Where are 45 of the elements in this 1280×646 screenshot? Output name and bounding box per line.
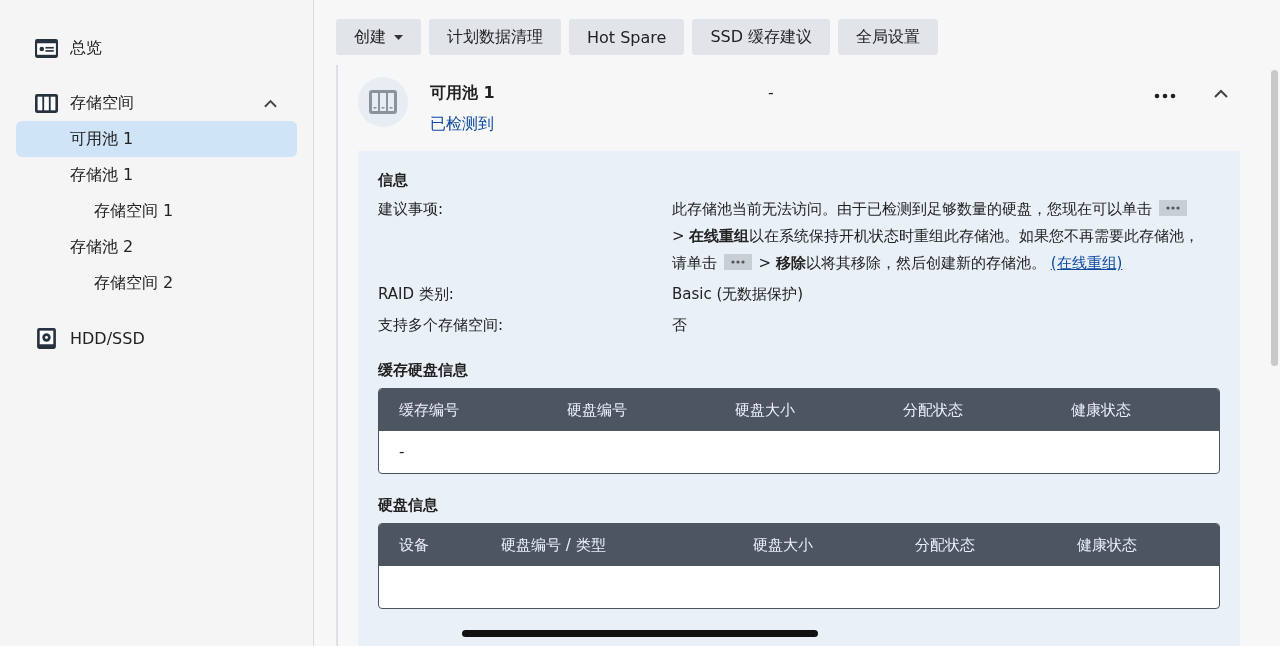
info-label: 建议事项: [378,199,445,220]
toolbar-button[interactable]: 创建 [336,19,421,55]
pool-summary: - [768,83,774,102]
section-heading: 缓存硬盘信息 [378,361,469,380]
sidebar-item[interactable]: 存储空间 2 [16,265,297,301]
more-icon[interactable] [1154,93,1176,99]
section-heading: 硬盘信息 [378,496,439,515]
section-heading: 信息 [378,171,409,190]
column-header: 健康状态 [1051,389,1219,431]
toolbar-button[interactable]: SSD 缓存建议 [692,19,831,55]
pool-icon [358,77,408,127]
sidebar-item[interactable]: 总览 [16,30,297,66]
toolbar-button[interactable]: 计划数据清理 [429,19,561,55]
info-value: 否 [672,315,688,336]
info-value: 此存储池当前无法访问。由于已检测到足够数量的硬盘，您现在可以单击 > 在线重组以在系统保持开机状态时重组此存储池。如果您不再需要此存储池，请单击 > 移除以将其移除，然后创建新的存储池。 (在线重组) [672,199,1201,274]
drive-bays-icon [35,92,58,114]
caret-icon [394,34,403,40]
sidebar-item[interactable]: 存储空间 1 [16,193,297,229]
column-header: 设备 [379,524,482,566]
sidebar-item[interactable]: 存储空间 [16,85,297,121]
column-header: 硬盘编号 / 类型 [481,524,733,566]
help-link[interactable]: (在线重组) [1050,254,1123,272]
column-header: 硬盘大小 [732,524,895,566]
column-header: 硬盘编号 [547,389,715,431]
toolbar-button[interactable]: 全局设置 [838,19,939,55]
sidebar-item[interactable]: HDD/SSD [16,320,297,356]
info-value: Basic (无数据保护) [672,284,805,305]
column-header: 硬盘大小 [715,389,883,431]
sidebar-item[interactable]: 存储池 1 [16,157,297,193]
id-card-icon [35,37,58,59]
column-header: 分配状态 [883,389,1051,431]
column-header: 缓存编号 [379,389,547,431]
scrollbar[interactable] [1271,70,1278,366]
sidebar-item[interactable]: 存储池 2 [16,229,297,265]
toolbar-button[interactable]: Hot Spare [569,19,685,55]
table-cell: - [399,443,405,461]
pool-status: 已检测到 [430,114,495,135]
info-label: RAID 类别: [378,284,455,305]
pool-title: 可用池 1 [430,83,495,102]
column-header: 分配状态 [894,524,1057,566]
sidebar-item[interactable]: 可用池 1 [16,121,297,157]
chevron-icon[interactable] [264,98,277,108]
info-label: 支持多个存储空间: [378,315,505,336]
chevron-icon[interactable] [1214,89,1228,98]
column-header: 健康状态 [1056,524,1219,566]
